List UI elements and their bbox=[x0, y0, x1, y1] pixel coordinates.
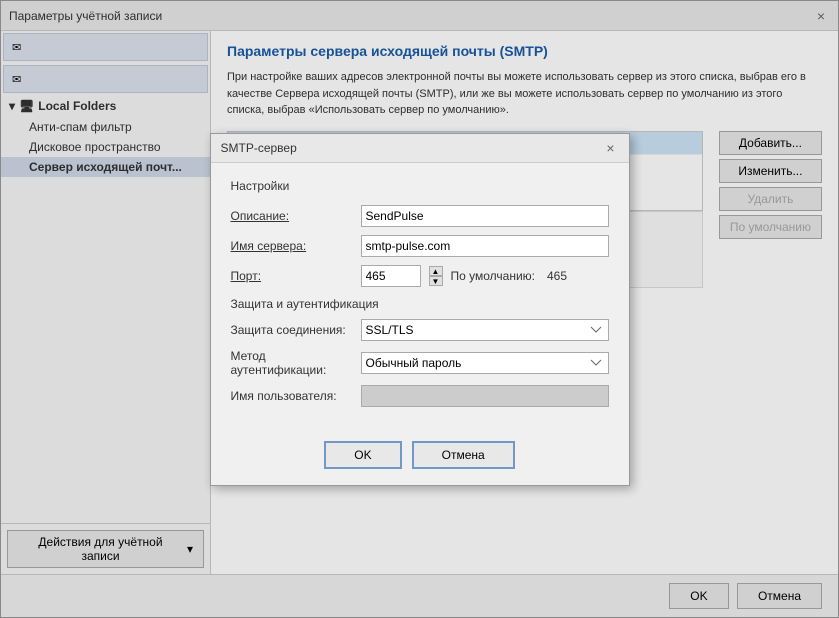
port-increment[interactable]: ▲ bbox=[429, 266, 443, 276]
port-input[interactable] bbox=[361, 265, 421, 287]
description-label: Описание: bbox=[231, 209, 361, 223]
modal-overlay: SMTP-сервер × Настройки Описание: Имя се… bbox=[0, 0, 839, 618]
description-row: Описание: bbox=[231, 205, 609, 227]
connection-row: Защита соединения: SSL/TLS Нет STARTTLS bbox=[231, 319, 609, 341]
port-spinner: ▲ ▼ bbox=[429, 266, 443, 286]
port-decrement[interactable]: ▼ bbox=[429, 276, 443, 286]
auth-row: Метод аутентификации: Обычный пароль Нет… bbox=[231, 349, 609, 377]
auth-select[interactable]: Обычный пароль Нет Зашифрованный пароль bbox=[361, 352, 609, 374]
server-row: Имя сервера: bbox=[231, 235, 609, 257]
connection-label: Защита соединения: bbox=[231, 323, 361, 337]
modal-cancel-button[interactable]: Отмена bbox=[412, 441, 515, 469]
connection-select[interactable]: SSL/TLS Нет STARTTLS bbox=[361, 319, 609, 341]
username-row: Имя пользователя: bbox=[231, 385, 609, 407]
modal-title: SMTP-сервер bbox=[221, 141, 297, 155]
port-controls: ▲ ▼ По умолчанию: 465 bbox=[361, 265, 568, 287]
username-label: Имя пользователя: bbox=[231, 389, 361, 403]
server-label: Имя сервера: bbox=[231, 239, 361, 253]
modal-title-bar: SMTP-сервер × bbox=[211, 134, 629, 163]
smtp-modal: SMTP-сервер × Настройки Описание: Имя се… bbox=[210, 133, 630, 486]
description-input[interactable] bbox=[361, 205, 609, 227]
modal-footer: OK Отмена bbox=[211, 431, 629, 485]
security-section-label: Защита и аутентификация bbox=[231, 297, 609, 311]
port-label: Порт: bbox=[231, 269, 361, 283]
modal-ok-button[interactable]: OK bbox=[324, 441, 401, 469]
settings-section-label: Настройки bbox=[231, 179, 609, 193]
default-label: По умолчанию: bbox=[451, 269, 536, 283]
server-input[interactable] bbox=[361, 235, 609, 257]
port-row: Порт: ▲ ▼ По умолчанию: 465 bbox=[231, 265, 609, 287]
default-value: 465 bbox=[547, 269, 567, 283]
auth-label: Метод аутентификации: bbox=[231, 349, 361, 377]
username-input[interactable] bbox=[361, 385, 609, 407]
modal-close-button[interactable]: × bbox=[603, 140, 619, 156]
modal-body: Настройки Описание: Имя сервера: Порт: ▲… bbox=[211, 163, 629, 431]
